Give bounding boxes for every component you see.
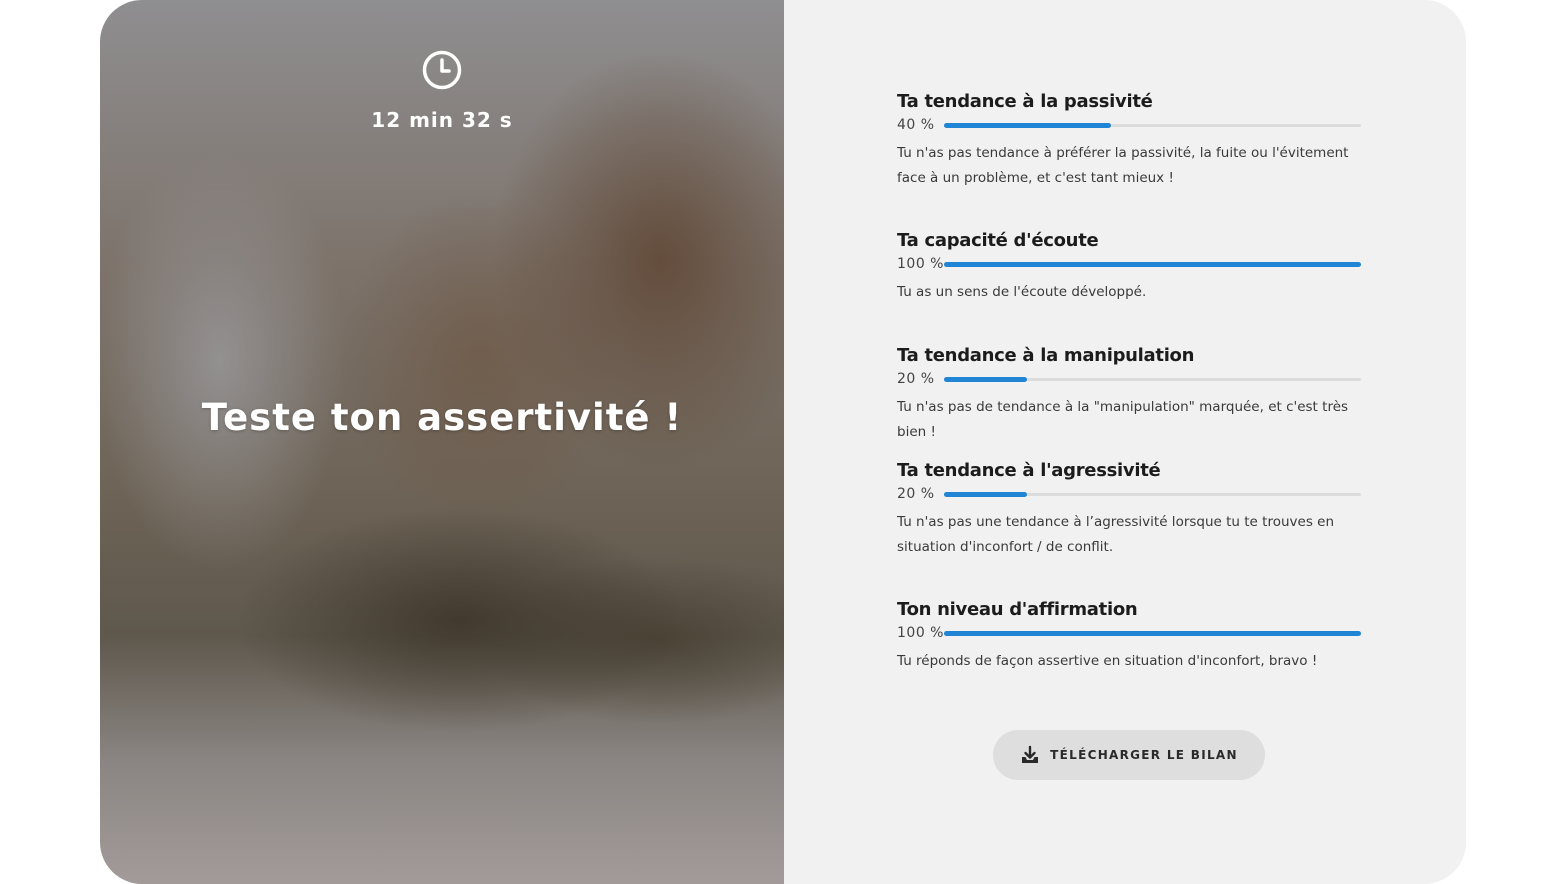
result-aggressiveness: Ta tendance à l'agressivité 20 % Tu n'as… xyxy=(897,458,1367,560)
result-description: Tu n'as pas tendance à préférer la passi… xyxy=(897,145,1349,186)
result-description: Tu as un sens de l'écoute développé. xyxy=(897,284,1147,300)
quiz-results-card: 12 min 32 s Teste ton assertivité ! Ta t… xyxy=(100,0,1466,884)
result-score-row: 20 % xyxy=(897,369,1367,391)
progress-fill xyxy=(944,377,1028,382)
result-affirmation: Ton niveau d'affirmation 100 % Tu répond… xyxy=(897,597,1367,674)
result-score-row: 40 % xyxy=(897,115,1367,137)
progress-track xyxy=(944,123,1361,128)
progress-fill xyxy=(944,262,1361,267)
result-percent: 100 % xyxy=(897,256,944,272)
result-percent: 20 % xyxy=(897,371,935,387)
result-passivity: Ta tendance à la passivité 40 % Tu n'as … xyxy=(897,89,1367,191)
clock-icon xyxy=(422,50,462,90)
result-description: Tu réponds de façon assertive en situati… xyxy=(897,653,1318,669)
result-title: Ton niveau d'affirmation xyxy=(897,599,1138,620)
result-description: Tu n'as pas une tendance à l’agressivité… xyxy=(897,514,1335,555)
result-score-row: 100 % xyxy=(897,254,1367,276)
result-percent: 40 % xyxy=(897,117,935,133)
results-panel: Ta tendance à la passivité 40 % Tu n'as … xyxy=(784,0,1466,884)
progress-track xyxy=(944,492,1361,497)
download-report-button[interactable]: TÉLÉCHARGER LE BILAN xyxy=(993,730,1265,780)
result-description: Tu n'as pas de tendance à la "manipulati… xyxy=(897,399,1349,440)
result-score-row: 100 % xyxy=(897,623,1367,645)
progress-track xyxy=(944,377,1361,382)
result-percent: 20 % xyxy=(897,486,935,502)
result-title: Ta tendance à la passivité xyxy=(897,91,1153,112)
result-manipulation: Ta tendance à la manipulation 20 % Tu n'… xyxy=(897,343,1367,445)
result-score-row: 20 % xyxy=(897,484,1367,506)
result-title: Ta tendance à la manipulation xyxy=(897,345,1195,366)
quiz-title: Teste ton assertivité ! xyxy=(201,396,683,439)
result-title: Ta capacité d'écoute xyxy=(897,230,1099,251)
progress-track xyxy=(944,631,1361,636)
progress-fill xyxy=(944,631,1361,636)
result-listening: Ta capacité d'écoute 100 % Tu as un sens… xyxy=(897,228,1367,305)
progress-fill xyxy=(944,492,1028,497)
download-button-label: TÉLÉCHARGER LE BILAN xyxy=(1050,748,1238,762)
progress-fill xyxy=(944,123,1111,128)
quiz-cover-panel: 12 min 32 s Teste ton assertivité ! xyxy=(100,0,784,884)
elapsed-time: 12 min 32 s xyxy=(371,108,513,132)
result-title: Ta tendance à l'agressivité xyxy=(897,460,1161,481)
download-icon xyxy=(1022,745,1039,763)
result-percent: 100 % xyxy=(897,625,944,641)
progress-track xyxy=(944,262,1361,267)
